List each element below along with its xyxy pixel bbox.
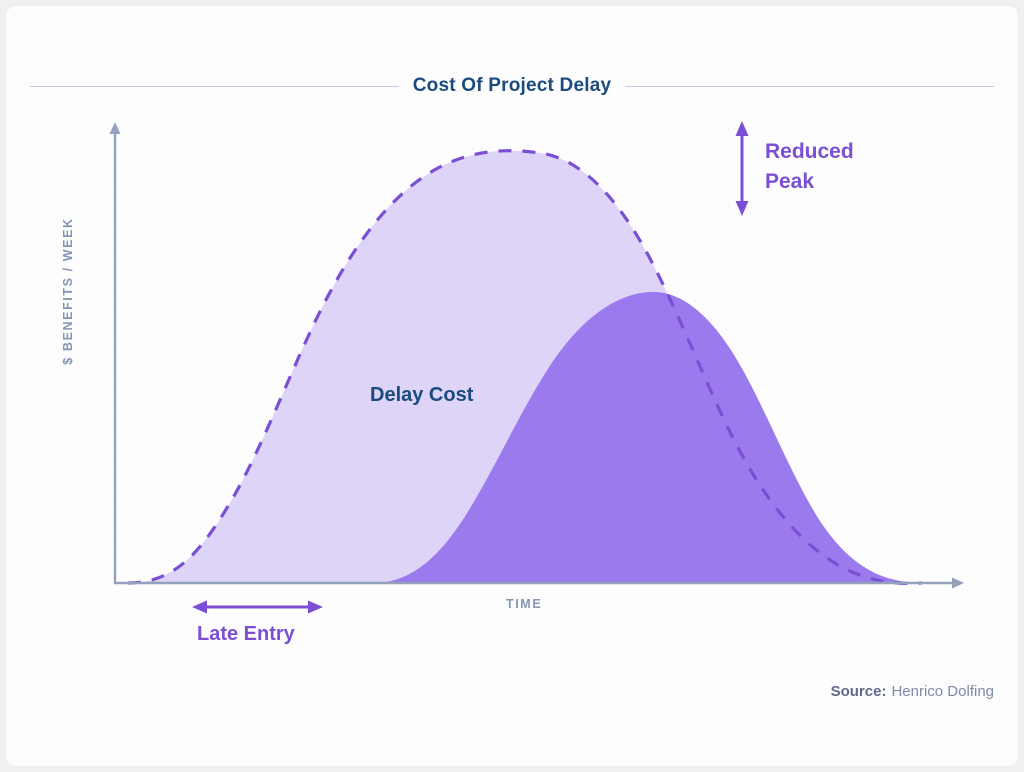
annotation-reduced-peak-line2: Peak (765, 170, 815, 194)
late-entry-arrow (192, 600, 323, 614)
x-axis-arrowhead (952, 577, 964, 589)
annotation-reduced-peak-line1: Reduced (765, 140, 854, 163)
source-value: Henrico Dolfing (891, 683, 994, 700)
y-axis-label: $ BENEFITS / WEEK (61, 217, 75, 365)
chart-card: Cost Of Project Delay $ BENEFITS / WEEK … (6, 6, 1018, 766)
y-axis-arrowhead (109, 122, 121, 134)
x-axis-label: TIME (506, 597, 543, 611)
annotation-delay-cost: Delay Cost (370, 384, 474, 406)
source-attribution: Source: Henrico Dolfing (831, 683, 994, 700)
annotation-late-entry: Late Entry (197, 623, 295, 645)
plot-area (6, 6, 1018, 766)
reduced-peak-arrow (735, 121, 749, 216)
source-label: Source: (830, 683, 887, 700)
annotation-reduced-peak: Reduced Peak (765, 137, 854, 198)
